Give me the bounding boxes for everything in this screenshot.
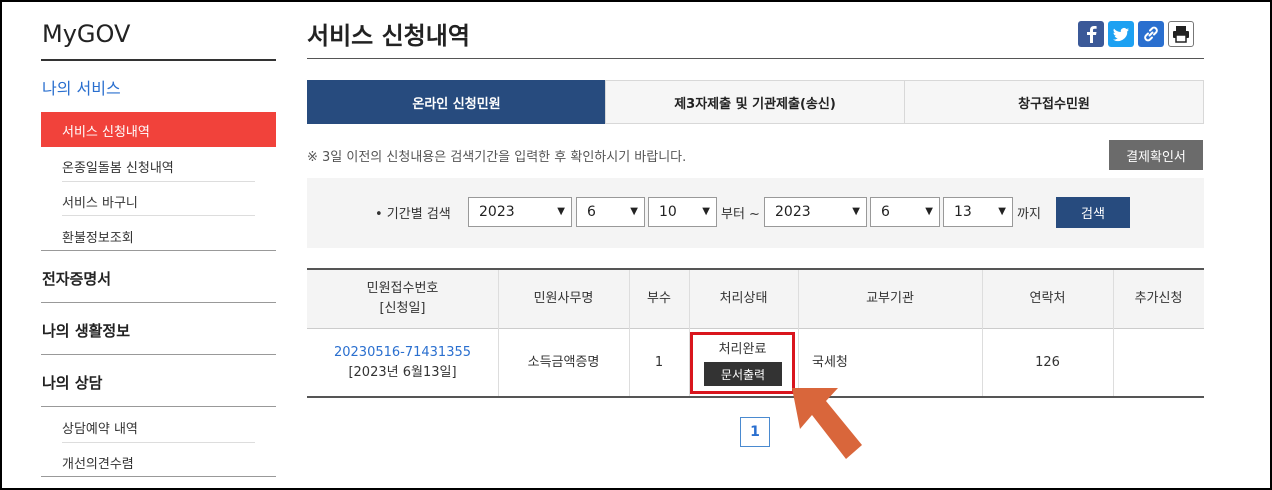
page-title: 서비스 신청내역 — [307, 22, 470, 50]
sidebar-divider — [41, 476, 276, 477]
receipt-date: [2023년 6월13일] — [348, 364, 457, 380]
header-contact: 연락처 — [1029, 291, 1066, 306]
header-receipt-no: 민원접수번호 [신청일] — [307, 270, 498, 328]
sidebar-divider — [41, 406, 276, 407]
sidebar-item-consult-reservation[interactable]: 상담예약 내역 — [62, 418, 138, 437]
notice-text: ※ 3일 이전의 신청내용은 검색기간을 입력한 후 확인하시기 바랍니다. — [307, 150, 687, 165]
link-icon[interactable] — [1138, 21, 1164, 47]
from-day-select[interactable]: 10 ▼ — [648, 197, 717, 227]
sidebar-divider — [62, 442, 255, 443]
select-value: 6 — [587, 204, 596, 220]
search-button[interactable]: 검색 — [1056, 197, 1130, 228]
cell-contact: 126 — [1035, 354, 1060, 370]
chevron-down-icon: ▼ — [852, 206, 860, 217]
to-text: 까지 — [1017, 207, 1041, 222]
from-year-select[interactable]: 2023 ▼ — [468, 197, 572, 227]
sidebar-divider — [62, 215, 255, 216]
document-print-button[interactable]: 문서출력 — [704, 362, 782, 386]
cell-copies: 1 — [654, 354, 664, 370]
sidebar-item-daycare-history[interactable]: 온종일돌봄 신청내역 — [62, 157, 174, 176]
to-month-select[interactable]: 6 ▼ — [870, 197, 940, 227]
tab-online-application[interactable]: 온라인 신청민원 — [307, 80, 606, 124]
select-value: 6 — [881, 204, 890, 220]
sidebar-section-consult[interactable]: 나의 상담 — [42, 372, 102, 393]
chevron-down-icon: ▼ — [925, 206, 933, 217]
header-name: 민원사무명 — [533, 291, 594, 306]
sidebar-divider — [41, 354, 276, 355]
arrow-pointer-icon — [792, 388, 862, 459]
from-text: 부터 ~ — [721, 207, 760, 222]
pagination-page-1[interactable]: 1 — [740, 417, 770, 447]
sidebar-item-feedback[interactable]: 개선의견수렴 — [62, 453, 134, 472]
header-label: 민원접수번호 — [366, 281, 439, 296]
from-month-select[interactable]: 6 ▼ — [576, 197, 645, 227]
sidebar-section-life-info[interactable]: 나의 생활정보 — [42, 320, 130, 341]
chevron-down-icon: ▼ — [702, 206, 710, 217]
search-label: • 기간별 검색 — [375, 207, 451, 222]
select-value: 10 — [659, 204, 677, 220]
print-icon[interactable] — [1168, 21, 1194, 47]
select-value: 2023 — [775, 204, 811, 220]
twitter-icon[interactable] — [1108, 21, 1134, 47]
to-day-select[interactable]: 13 ▼ — [943, 197, 1013, 227]
header-copies: 부수 — [647, 291, 671, 306]
sidebar-item-refund-info[interactable]: 환불정보조회 — [62, 227, 134, 246]
header-extra: 추가신청 — [1134, 291, 1183, 306]
sidebar-divider — [62, 181, 255, 182]
chevron-down-icon: ▼ — [630, 206, 638, 217]
cell-name: 소득금액증명 — [527, 354, 600, 370]
sidebar-item-label: 서비스 신청내역 — [62, 125, 150, 140]
sidebar-divider — [41, 302, 276, 303]
status-text: 처리완료 — [718, 342, 767, 357]
sidebar-item-service-history[interactable]: 서비스 신청내역 — [41, 112, 276, 147]
chevron-down-icon: ▼ — [998, 206, 1006, 217]
sidebar-title: MyGOV — [42, 20, 131, 48]
cell-extra — [1113, 329, 1204, 396]
header-status: 처리상태 — [719, 291, 768, 306]
sidebar-item-service-basket[interactable]: 서비스 바구니 — [62, 192, 138, 211]
chevron-down-icon: ▼ — [557, 206, 565, 217]
sidebar-section-e-certificate[interactable]: 전자증명서 — [42, 268, 111, 289]
cell-receipt-no: 20230516-71431355 [2023년 6월13일] — [307, 329, 498, 396]
to-year-select[interactable]: 2023 ▼ — [764, 197, 867, 227]
title-divider — [307, 58, 1204, 59]
header-issuer: 교부기관 — [866, 291, 914, 306]
sidebar-divider — [41, 250, 276, 251]
receipt-number-link[interactable]: 20230516-71431355 — [334, 343, 471, 363]
facebook-icon[interactable] — [1078, 21, 1104, 47]
tab-third-party-submission[interactable]: 제3자제출 및 기관제출(송신) — [605, 80, 905, 124]
header-sublabel: [신청일] — [379, 301, 426, 316]
payment-receipt-button[interactable]: 결제확인서 — [1109, 140, 1203, 170]
select-value: 13 — [954, 204, 972, 220]
select-value: 2023 — [479, 204, 515, 220]
table-bottom-border — [307, 396, 1204, 398]
sidebar-divider — [41, 59, 276, 61]
sidebar-section-my-service[interactable]: 나의 서비스 — [42, 75, 121, 99]
tab-counter-application[interactable]: 창구접수민원 — [904, 80, 1204, 124]
